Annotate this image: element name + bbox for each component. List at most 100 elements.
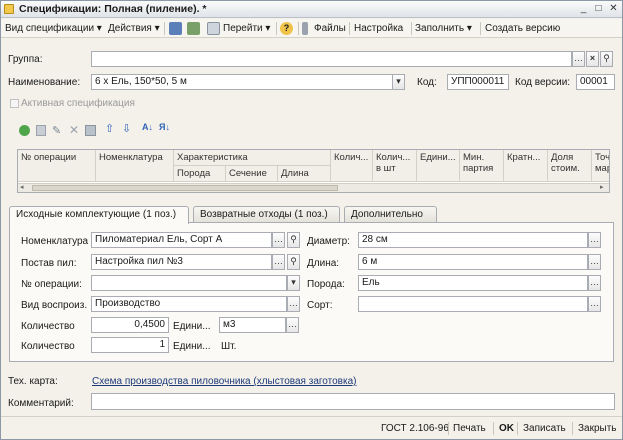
window-title: Спецификации: Полная (пиление). *	[19, 3, 207, 15]
menu-actions[interactable]: Действия ▾	[108, 22, 160, 36]
quantity-pcs-field[interactable]: 1	[91, 337, 169, 353]
structure-icon[interactable]	[169, 22, 182, 35]
reproduction-field[interactable]: Производство	[91, 296, 287, 312]
menu-view-spec[interactable]: Вид спецификации ▾	[5, 22, 102, 36]
code-field[interactable]: УПП000011	[447, 74, 509, 90]
print-button[interactable]: Печать	[453, 422, 486, 436]
col-length[interactable]: Длина	[278, 166, 331, 182]
group-clear-icon[interactable]: ×	[586, 51, 599, 67]
edit-row-icon[interactable]: ✎	[52, 124, 61, 137]
separator	[480, 22, 481, 35]
tab-return-waste[interactable]: Возвратные отходы (1 поз.)	[193, 206, 340, 223]
sort-asc-icon[interactable]: A↓	[142, 122, 153, 132]
report-icon[interactable]	[187, 22, 200, 35]
group-field[interactable]	[91, 51, 572, 67]
grade-field[interactable]	[358, 296, 588, 312]
col-multiplicity[interactable]: Кратн...	[504, 150, 548, 182]
post-search-icon[interactable]: ⚲	[287, 254, 300, 270]
save-button[interactable]: Записать	[523, 422, 566, 436]
col-species[interactable]: Порода	[174, 166, 226, 182]
col-nomenclature[interactable]: Номенклатура	[96, 150, 174, 182]
separator	[448, 422, 449, 435]
delete-row-icon[interactable]: ✕	[69, 123, 79, 137]
close-button[interactable]: Закрыть	[578, 422, 617, 436]
scroll-thumb[interactable]	[32, 185, 338, 191]
col-unit[interactable]: Едини...	[417, 150, 460, 182]
unit-field[interactable]: м3	[219, 317, 286, 333]
species-select-button[interactable]: …	[588, 275, 601, 291]
menu-settings[interactable]: Настройка	[354, 22, 403, 36]
reproduction-select-button[interactable]: …	[287, 296, 300, 312]
separator	[572, 422, 573, 435]
move-up-icon[interactable]: ⇧	[105, 122, 114, 135]
length-select-button[interactable]: …	[588, 254, 601, 270]
copy-row-icon[interactable]	[36, 125, 46, 136]
name-dropdown-icon[interactable]: ▾	[392, 74, 405, 90]
menu-files[interactable]: Файлы	[314, 22, 346, 36]
separator	[349, 22, 350, 35]
scroll-right-icon[interactable]: ▸	[600, 184, 604, 192]
nomenclature-field[interactable]: Пиломатериал Ель, Сорт А	[91, 232, 272, 248]
name-label: Наименование:	[8, 77, 81, 88]
menu-goto[interactable]: Перейти ▾	[223, 22, 270, 36]
col-accuracy[interactable]: Точ мар	[592, 150, 609, 182]
active-spec-label: Активная спецификация	[21, 98, 135, 109]
operation-field[interactable]	[91, 275, 287, 291]
help-icon[interactable]: ?	[280, 22, 293, 35]
close-icon[interactable]: ✕	[607, 3, 620, 15]
version-code-field[interactable]: 00001	[576, 74, 615, 90]
diameter-field[interactable]: 28 см	[358, 232, 588, 248]
unit-select-button[interactable]: …	[286, 317, 299, 333]
separator	[493, 422, 494, 435]
move-down-icon[interactable]: ⇩	[122, 122, 131, 135]
diameter-select-button[interactable]: …	[588, 232, 601, 248]
menu-fill[interactable]: Заполнить ▾	[415, 22, 472, 36]
grade-select-button[interactable]: …	[588, 296, 601, 312]
sort-desc-icon[interactable]: Я↓	[159, 122, 170, 132]
end-edit-icon[interactable]	[85, 125, 96, 136]
add-row-icon[interactable]	[19, 125, 30, 136]
ok-button[interactable]: OK	[499, 422, 514, 436]
separator	[411, 22, 412, 35]
length-label: Длина:	[307, 258, 340, 269]
maximize-icon[interactable]: □	[592, 3, 605, 15]
tab-additional[interactable]: Дополнительно	[344, 206, 437, 223]
components-table[interactable]: № операции Номенклатура Характеристика П…	[17, 149, 610, 193]
active-spec-checkbox[interactable]	[10, 99, 19, 108]
reproduction-label: Вид воспроиз.	[21, 300, 88, 311]
col-quantity-pcs[interactable]: Колич... в шт	[373, 150, 417, 182]
unit-pcs-label: Едини...	[173, 341, 211, 352]
grade-label: Сорт:	[307, 300, 333, 311]
quantity-field[interactable]: 0,4500	[91, 317, 169, 333]
tab-source-components[interactable]: Исходные комплектующие (1 поз.)	[9, 206, 189, 224]
name-field[interactable]: 6 х Ель, 150*50, 5 м	[91, 74, 393, 90]
quantity-label: Количество	[21, 321, 75, 332]
col-section[interactable]: Сечение	[226, 166, 278, 182]
diameter-label: Диаметр:	[307, 236, 350, 247]
post-field[interactable]: Настройка пил №3	[91, 254, 272, 270]
gost-button[interactable]: ГОСТ 2.106-96	[381, 422, 449, 436]
col-quantity[interactable]: Колич...	[331, 150, 373, 182]
separator	[164, 22, 165, 35]
group-select-button[interactable]: …	[572, 51, 585, 67]
operation-dropdown-icon[interactable]: ▾	[287, 275, 300, 291]
col-characteristic[interactable]: Характеристика	[174, 150, 331, 166]
table-horizontal-scrollbar[interactable]: ◂ ▸	[18, 183, 609, 192]
comment-field[interactable]	[91, 393, 615, 410]
scroll-left-icon[interactable]: ◂	[20, 184, 24, 192]
col-min-batch[interactable]: Мин. партия	[460, 150, 504, 182]
col-cost-share[interactable]: Доля стоим.	[548, 150, 592, 182]
post-select-button[interactable]: …	[272, 254, 285, 270]
col-operation[interactable]: № операции	[18, 150, 96, 182]
specification-window: Спецификации: Полная (пиление). * _ □ ✕ …	[0, 0, 623, 440]
group-search-icon[interactable]: ⚲	[600, 51, 613, 67]
minimize-icon[interactable]: _	[577, 3, 590, 15]
techcard-link[interactable]: Схема производства пиловочника (хлыстова…	[92, 376, 356, 387]
species-field[interactable]: Ель	[358, 275, 588, 291]
copy-doc-icon[interactable]	[207, 22, 220, 35]
menu-create-version[interactable]: Создать версию	[485, 22, 560, 36]
group-label: Группа:	[8, 54, 43, 65]
nomenclature-search-icon[interactable]: ⚲	[287, 232, 300, 248]
nomenclature-select-button[interactable]: …	[272, 232, 285, 248]
length-field[interactable]: 6 м	[358, 254, 588, 270]
